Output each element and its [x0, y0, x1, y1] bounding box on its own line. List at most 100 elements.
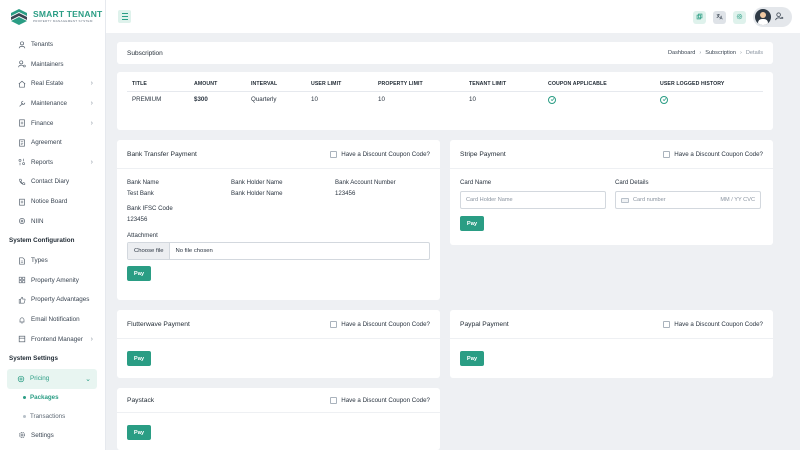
choose-file-button[interactable]: Choose file [128, 243, 171, 259]
flutterwave-pay-button[interactable]: Pay [127, 351, 151, 366]
sidebar-item-email-notification[interactable]: Email Notification [0, 310, 105, 330]
grid-icon [17, 276, 26, 285]
sidebar-item-label: Finance [31, 119, 54, 127]
topbar [106, 0, 800, 33]
coupon-label: Have a Discount Coupon Code? [341, 150, 430, 158]
sidebar-item-niin[interactable]: NIIN [0, 211, 105, 231]
coupon-label: Have a Discount Coupon Code? [674, 150, 763, 158]
user-icon [17, 40, 26, 49]
paystack-pay-button[interactable]: Pay [127, 425, 151, 440]
card-expiry-cvc-placeholder: MM / YY CVC [720, 197, 755, 203]
breadcrumb-subscription[interactable]: Subscription [705, 50, 736, 56]
checkbox-icon[interactable] [663, 150, 671, 158]
gear-icon [736, 13, 743, 22]
column-header: USER LOGGED HISTORY [655, 78, 763, 92]
cell-property-limit: 10 [378, 96, 385, 104]
chevron-right-icon: › [90, 158, 93, 166]
sidebar-section-system-configuration: System Configuration [9, 237, 75, 245]
sidebar-item-property-amenity[interactable]: Property Amenity [0, 271, 105, 291]
settings-icon [17, 217, 26, 226]
sidebar-item-real-estate[interactable]: Real Estate › [0, 74, 105, 94]
sidebar-item-frontend-manager[interactable]: Frontend Manager › [0, 329, 105, 349]
page-title: Subscription [127, 49, 163, 57]
sidebar-item-label: Email Notification [31, 316, 80, 324]
sidebar-item-types[interactable]: Types [0, 251, 105, 271]
bank-account-label: Bank Account Number [335, 179, 396, 186]
document-icon [17, 138, 26, 147]
sidebar-item-maintainers[interactable]: Maintainers [0, 55, 105, 75]
bank-ifsc-label: Bank IFSC Code [127, 205, 173, 212]
settings-button[interactable] [733, 10, 746, 24]
coupon-checkbox[interactable]: Have a Discount Coupon Code? [330, 150, 430, 158]
flutterwave-card: Flutterwave Payment Have a Discount Coup… [117, 310, 440, 378]
sidebar-item-label: Agreement [31, 139, 62, 147]
sidebar-item-label: NIIN [31, 217, 44, 225]
sidebar-item-label: Frontend Manager [31, 335, 83, 343]
breadcrumb: Dashboard › Subscription › Details [668, 50, 763, 56]
sidebar-item-label: Maintenance [31, 100, 68, 108]
coupon-label: Have a Discount Coupon Code? [341, 320, 430, 328]
logo-subtitle: PROPERTY MANAGEMENT SYSTEM [33, 19, 93, 23]
card-title: Flutterwave Payment [127, 320, 190, 328]
sidebar-item-label: Reports [31, 158, 54, 166]
attachment-file-input[interactable]: Choose file No file chosen [127, 242, 430, 260]
chevron-right-icon: › [740, 50, 742, 56]
checkbox-icon[interactable] [330, 396, 338, 404]
cell-title: PREMIUM [132, 96, 162, 104]
paypal-pay-button[interactable]: Pay [460, 351, 484, 366]
bank-pay-button[interactable]: Pay [127, 266, 151, 281]
card-holder-name-input[interactable]: Card Holder Name [460, 191, 606, 209]
sidebar-item-notice-board[interactable]: Notice Board [0, 192, 105, 212]
user-menu[interactable] [753, 7, 792, 27]
checkbox-icon[interactable] [330, 320, 338, 328]
logo[interactable]: SMART TENANT PROPERTY MANAGEMENT SYSTEM [0, 0, 105, 33]
coupon-checkbox[interactable]: Have a Discount Coupon Code? [663, 320, 763, 328]
coupon-checkbox[interactable]: Have a Discount Coupon Code? [663, 150, 763, 158]
pricing-icon [16, 374, 25, 383]
stripe-pay-button[interactable]: Pay [460, 216, 484, 231]
table-header-row: TITLE AMOUNT INTERVAL USER LIMIT PROPERT… [127, 78, 763, 92]
subscription-table-card: TITLE AMOUNT INTERVAL USER LIMIT PROPERT… [117, 72, 773, 130]
coupon-checkbox[interactable]: Have a Discount Coupon Code? [330, 320, 430, 328]
bank-holder-label: Bank Holder Name [231, 179, 283, 186]
coupon-label: Have a Discount Coupon Code? [674, 320, 763, 328]
menu-toggle-button[interactable] [118, 10, 131, 23]
language-button[interactable] [713, 10, 726, 24]
cell-coupon-applicable [543, 91, 655, 108]
user-gear-icon [17, 60, 26, 69]
file-invoice-icon [17, 119, 26, 128]
checkbox-icon[interactable] [663, 320, 671, 328]
bank-ifsc-value: 123456 [127, 216, 148, 223]
sidebar-item-agreement[interactable]: Agreement [0, 133, 105, 153]
sidebar-item-property-advantages[interactable]: Property Advantages [0, 290, 105, 310]
copy-button[interactable] [693, 10, 706, 24]
sidebar-subitem-label: Packages [30, 394, 59, 402]
chart-icon [17, 158, 26, 167]
bell-icon [17, 315, 26, 324]
sidebar-item-settings[interactable]: Settings [0, 426, 105, 446]
breadcrumb-dashboard[interactable]: Dashboard [668, 50, 695, 56]
sidebar-item-contact-diary[interactable]: Contact Diary [0, 172, 105, 192]
sidebar: SMART TENANT PROPERTY MANAGEMENT SYSTEM … [0, 0, 106, 450]
table-row: PREMIUM $300 Quarterly 10 10 10 [127, 91, 763, 108]
sidebar-item-maintenance[interactable]: Maintenance › [0, 94, 105, 114]
paystack-card: Paystack Have a Discount Coupon Code? Pa… [117, 388, 440, 450]
column-header: USER LIMIT [306, 78, 373, 92]
stripe-card: Stripe Payment Have a Discount Coupon Co… [450, 140, 773, 245]
cell-amount: $300 [194, 96, 208, 104]
sidebar-item-finance[interactable]: Finance › [0, 113, 105, 133]
sidebar-item-tenants[interactable]: Tenants [0, 35, 105, 55]
coupon-label: Have a Discount Coupon Code? [341, 396, 430, 404]
copy-icon [696, 13, 703, 22]
sidebar-subitem-transactions[interactable]: Transactions [0, 407, 105, 426]
card-details-input[interactable]: Card number MM / YY CVC [615, 191, 761, 209]
sidebar-subitem-packages[interactable]: Packages [0, 389, 105, 408]
coupon-checkbox[interactable]: Have a Discount Coupon Code? [330, 396, 430, 404]
sidebar-item-reports[interactable]: Reports › [0, 153, 105, 173]
bank-name-label: Bank Name [127, 179, 159, 186]
sidebar-item-pricing[interactable]: Pricing ⌄ [7, 368, 97, 389]
checkbox-icon[interactable] [330, 150, 338, 158]
check-circle-icon [660, 95, 668, 104]
cell-tenant-limit: 10 [469, 96, 476, 104]
paypal-card: Paypal Payment Have a Discount Coupon Co… [450, 310, 773, 378]
